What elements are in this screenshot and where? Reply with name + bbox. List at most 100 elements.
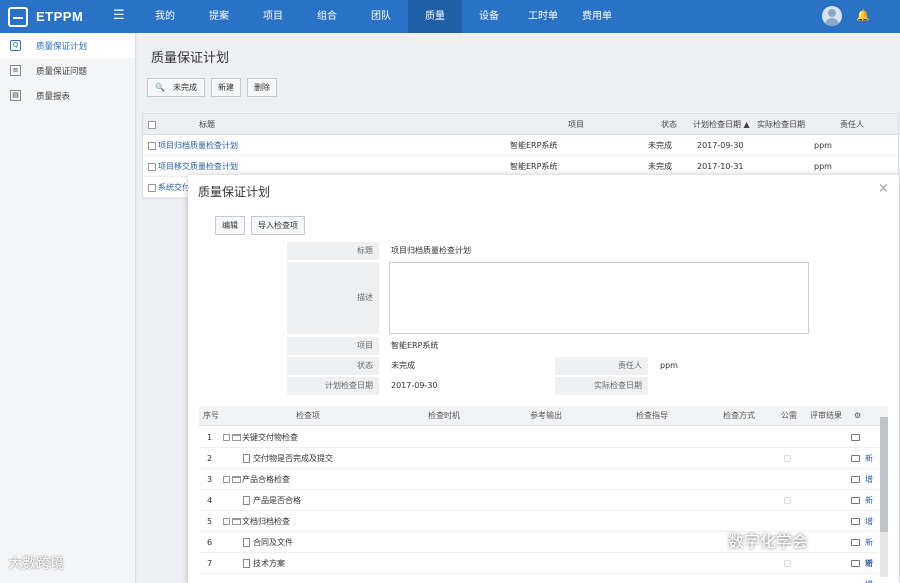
scrollbar-thumb[interactable]	[880, 417, 888, 532]
nav-item-team[interactable]: 团队	[354, 0, 408, 33]
select-all-checkbox[interactable]	[148, 120, 156, 129]
row-seq: 3	[207, 475, 213, 484]
checklist-scrollbar[interactable]	[880, 417, 888, 577]
add-link[interactable]: 新增	[865, 553, 879, 583]
col-title[interactable]: 标题	[199, 114, 215, 135]
edit-button[interactable]: 编辑	[215, 216, 245, 235]
col-project[interactable]: 项目	[568, 114, 584, 135]
checklist-doc-icon	[243, 454, 250, 463]
public-checkbox[interactable]	[784, 490, 791, 511]
nav-item-expense[interactable]: 费用单	[570, 0, 624, 33]
description-field[interactable]	[389, 262, 809, 334]
watermark-left: 大數跨境	[8, 556, 64, 572]
row-title-link[interactable]: 项目移交质量检查计划	[158, 156, 238, 177]
project-label: 项目	[287, 337, 379, 355]
nav-item-mine[interactable]: 我的	[138, 0, 192, 33]
app-logo[interactable]: ETPPM	[8, 6, 83, 27]
comment-icon[interactable]	[851, 553, 860, 574]
delete-button[interactable]: 删除	[246, 78, 277, 97]
nav-item-timesheet[interactable]: 工时单	[516, 0, 570, 33]
import-check-items-button[interactable]: 导入检查项	[251, 216, 305, 235]
col-owner[interactable]: 责任人	[840, 114, 864, 135]
nav-item-equipment[interactable]: 设备	[462, 0, 516, 33]
sidebar-item-quality-issue[interactable]: ≡ 质量保证问题	[0, 58, 135, 83]
nav-item-proposal[interactable]: 提案	[192, 0, 246, 33]
search-filter-button[interactable]: 🔍 未完成	[147, 78, 205, 97]
comment-icon[interactable]	[851, 448, 860, 469]
quality-plan-dialog: 质量保证计划 × 编辑 导入检查项 标题 项目归档质量检查计划 描述 项目 智能…	[188, 175, 899, 583]
table-header: 标题 项目 状态 计划检查日期 ▲ 实际检查日期 责任人	[143, 114, 898, 135]
row-project: 智能ERP系统	[510, 162, 558, 171]
top-bar: ETPPM ☰ 我的 提案 项目 组合 团队 质量 设备 工时单 费用单 🔔	[0, 0, 900, 33]
row-checkbox[interactable]	[148, 183, 156, 192]
sidebar-item-quality-report[interactable]: ▤ 质量报表	[0, 83, 135, 108]
search-icon: 🔍	[155, 83, 165, 92]
project-value: 智能ERP系统	[391, 341, 439, 350]
collapse-icon[interactable]	[223, 476, 230, 483]
table-row[interactable]: 项目移交质量检查计划 智能ERP系统 未完成 2017-10-31 ppm	[143, 156, 898, 177]
row-item: 文档归档检查	[223, 511, 290, 532]
comment-icon[interactable]	[851, 532, 860, 553]
checklist-row[interactable]: 4 产品是否合格 新增	[199, 490, 879, 526]
row-checkbox[interactable]	[148, 141, 156, 150]
checklist-row[interactable]: 3 产品合格检查	[199, 469, 879, 490]
checklist-doc-icon	[243, 559, 250, 568]
row-checkbox[interactable]	[148, 162, 156, 171]
row-item: 交付物是否完成及提交	[243, 448, 333, 469]
col-guide: 检查指导	[636, 411, 668, 420]
sidebar-item-label: 质量报表	[36, 91, 71, 102]
dialog-title: 质量保证计划	[198, 185, 271, 199]
user-avatar[interactable]	[822, 6, 842, 26]
col-actual-date[interactable]: 实际检查日期	[757, 114, 805, 135]
nav-item-quality[interactable]: 质量	[408, 0, 462, 33]
col-plan-date[interactable]: 计划检查日期 ▲	[693, 114, 750, 135]
col-seq: 序号	[203, 411, 219, 420]
col-public: 公需	[781, 411, 797, 420]
page-title: 质量保证计划	[151, 51, 230, 66]
row-item: 产品合格检查	[223, 469, 290, 490]
new-button[interactable]: 新建	[210, 78, 241, 97]
row-item: 合同及文件	[243, 532, 293, 553]
row-seq: 7	[207, 559, 213, 568]
hamburger-menu-icon[interactable]: ☰	[113, 8, 125, 23]
checklist-row[interactable]: 1 关键交付物检查	[199, 427, 879, 448]
row-title-link[interactable]: 系统交付	[158, 177, 190, 198]
status-value: 未完成	[391, 361, 415, 370]
notification-bell-icon[interactable]: 🔔	[856, 9, 870, 22]
report-icon: ▤	[10, 90, 21, 101]
title-value: 项目归档质量检查计划	[391, 246, 471, 255]
collapse-icon[interactable]	[223, 518, 230, 525]
row-seq: 1	[207, 433, 213, 442]
public-checkbox[interactable]	[784, 448, 791, 469]
row-project: 智能ERP系统	[510, 141, 558, 150]
row-item: 技术方案	[243, 553, 285, 574]
sidebar-item-quality-plan[interactable]: Q 质量保证计划	[0, 33, 135, 58]
comment-icon[interactable]	[851, 469, 860, 490]
list-toolbar: 🔍 未完成 新建 删除	[147, 78, 277, 97]
row-title-link[interactable]: 项目归档质量检查计划	[158, 135, 238, 156]
comment-icon[interactable]	[851, 427, 860, 448]
row-status: 未完成	[648, 162, 672, 171]
collapse-icon[interactable]	[223, 434, 230, 441]
row-seq: 4	[207, 496, 213, 505]
row-seq: 2	[207, 454, 213, 463]
list-icon: ≡	[10, 65, 21, 76]
folder-icon	[232, 434, 241, 441]
row-seq: 6	[207, 538, 213, 547]
comment-icon[interactable]	[851, 490, 860, 511]
close-icon[interactable]: ×	[878, 181, 889, 196]
checklist-row[interactable]: 2 交付物是否完成及提交 新增	[199, 448, 879, 484]
checklist-row[interactable]: 7 技术方案 新增	[199, 553, 879, 583]
row-item: 产品是否合格	[243, 490, 301, 511]
public-checkbox[interactable]	[784, 553, 791, 574]
description-label: 描述	[287, 262, 379, 334]
sidebar-item-label: 质量保证计划	[36, 41, 88, 52]
nav-item-portfolio[interactable]: 组合	[300, 0, 354, 33]
logo-icon	[8, 6, 28, 27]
nav-item-project[interactable]: 项目	[246, 0, 300, 33]
comment-icon[interactable]	[851, 511, 860, 532]
table-row[interactable]: 项目归档质量检查计划 智能ERP系统 未完成 2017-09-30 ppm	[143, 135, 898, 156]
col-status[interactable]: 状态	[661, 114, 677, 135]
column-settings-icon[interactable]: ⚙	[854, 406, 861, 426]
checklist-doc-icon	[243, 496, 250, 505]
